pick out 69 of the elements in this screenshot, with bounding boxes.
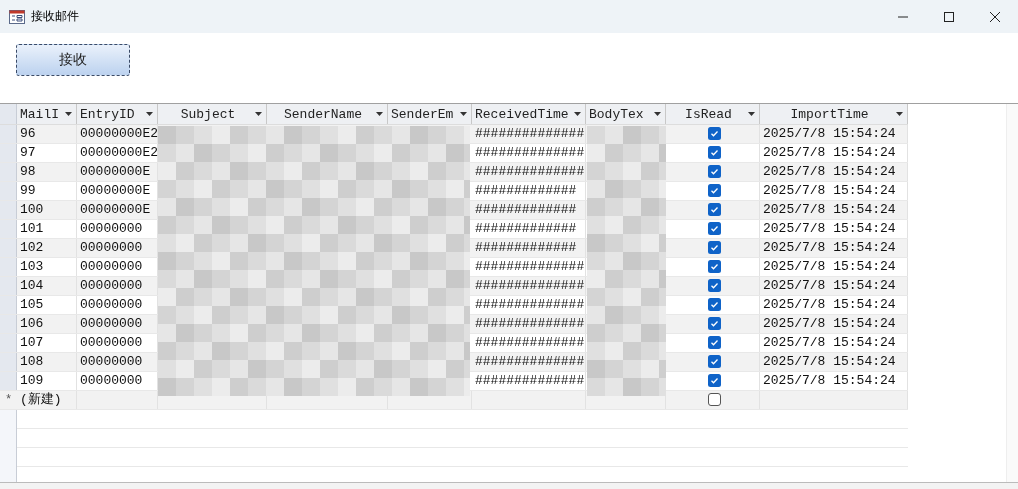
table-cell: 103 [20, 259, 44, 274]
table-cell: ############## [475, 259, 585, 274]
table-cell: 00000000 [80, 297, 143, 312]
new-record-label: (新建) [20, 392, 62, 407]
table-cell: 2025/7/8 15:54:24 [763, 145, 896, 160]
table-cell: 2025/7/8 15:54:24 [763, 354, 896, 369]
column-header[interactable]: Subject [158, 104, 267, 124]
table-cell: ############## [475, 278, 585, 293]
table-cell: 2025/7/8 15:54:24 [763, 373, 896, 388]
table-cell: 2025/7/8 15:54:24 [763, 259, 896, 274]
table-cell: 99 [20, 183, 36, 198]
table-cell: 00000000 [80, 335, 143, 350]
table-cell: 00000000 [80, 240, 143, 255]
table-cell: 2025/7/8 15:54:24 [763, 202, 896, 217]
column-header[interactable]: BodyTex [586, 104, 666, 124]
column-header[interactable]: IsRead [666, 104, 760, 124]
table-cell: 106 [20, 316, 44, 331]
table-cell: 00000000 [80, 354, 143, 369]
table-cell: ############# [475, 202, 577, 217]
column-header[interactable]: ReceivedTime [472, 104, 586, 124]
table-cell: 00000000E [80, 164, 151, 179]
column-header[interactable]: EntryID [77, 104, 158, 124]
table-cell: 00000000E2 [80, 145, 158, 160]
table-cell: 2025/7/8 15:54:24 [763, 335, 896, 350]
table-cell: ############## [475, 316, 585, 331]
table-cell: 00000000 [80, 373, 143, 388]
table-cell: 107 [20, 335, 44, 350]
table-cell: ############## [475, 373, 585, 388]
table-cell: 97 [20, 145, 36, 160]
table-cell: 00000000E [80, 202, 151, 217]
column-header[interactable]: SenderName [267, 104, 388, 124]
table-cell: 2025/7/8 15:54:24 [763, 240, 896, 255]
table-cell: 2025/7/8 15:54:24 [763, 126, 896, 141]
column-header[interactable]: MailI [17, 104, 77, 124]
table-cell: ############## [475, 126, 585, 141]
column-header[interactable]: SenderEm [388, 104, 472, 124]
table-cell: 00000000E2 [80, 126, 158, 141]
table-cell: 00000000 [80, 278, 143, 293]
table-cell: ############## [475, 145, 585, 160]
table-cell: 00000000E [80, 183, 151, 198]
table-cell: ############# [475, 183, 577, 198]
table-cell: 2025/7/8 15:54:24 [763, 316, 896, 331]
table-cell: 108 [20, 354, 44, 369]
table-cell: 2025/7/8 15:54:24 [763, 164, 896, 179]
table-cell: 00000000 [80, 221, 143, 236]
new-record-marker: * [3, 392, 14, 409]
table-cell: 00000000 [80, 316, 143, 331]
table-cell: ############## [475, 164, 585, 179]
receive-button[interactable]: 接收 [16, 44, 130, 76]
column-header[interactable]: ImportTime [760, 104, 908, 124]
table-cell: 2025/7/8 15:54:24 [763, 221, 896, 236]
table-cell: 101 [20, 221, 44, 236]
table-cell: ############# [475, 221, 577, 236]
table-cell: 96 [20, 126, 36, 141]
table-cell: 102 [20, 240, 44, 255]
table-cell: 105 [20, 297, 44, 312]
table-cell: 100 [20, 202, 44, 217]
table-cell: 2025/7/8 15:54:24 [763, 278, 896, 293]
table-cell: 2025/7/8 15:54:24 [763, 183, 896, 198]
table-cell: 00000000 [80, 259, 143, 274]
table-cell: 98 [20, 164, 36, 179]
table-cell: 104 [20, 278, 44, 293]
table-cell: ############# [475, 240, 577, 255]
table-cell: 109 [20, 373, 44, 388]
table-cell: 2025/7/8 15:54:24 [763, 297, 896, 312]
table-cell: ############## [475, 335, 585, 350]
window-title: 接收邮件 [31, 8, 79, 25]
table-cell: ############## [475, 297, 585, 312]
table-cell: ############## [475, 354, 585, 369]
